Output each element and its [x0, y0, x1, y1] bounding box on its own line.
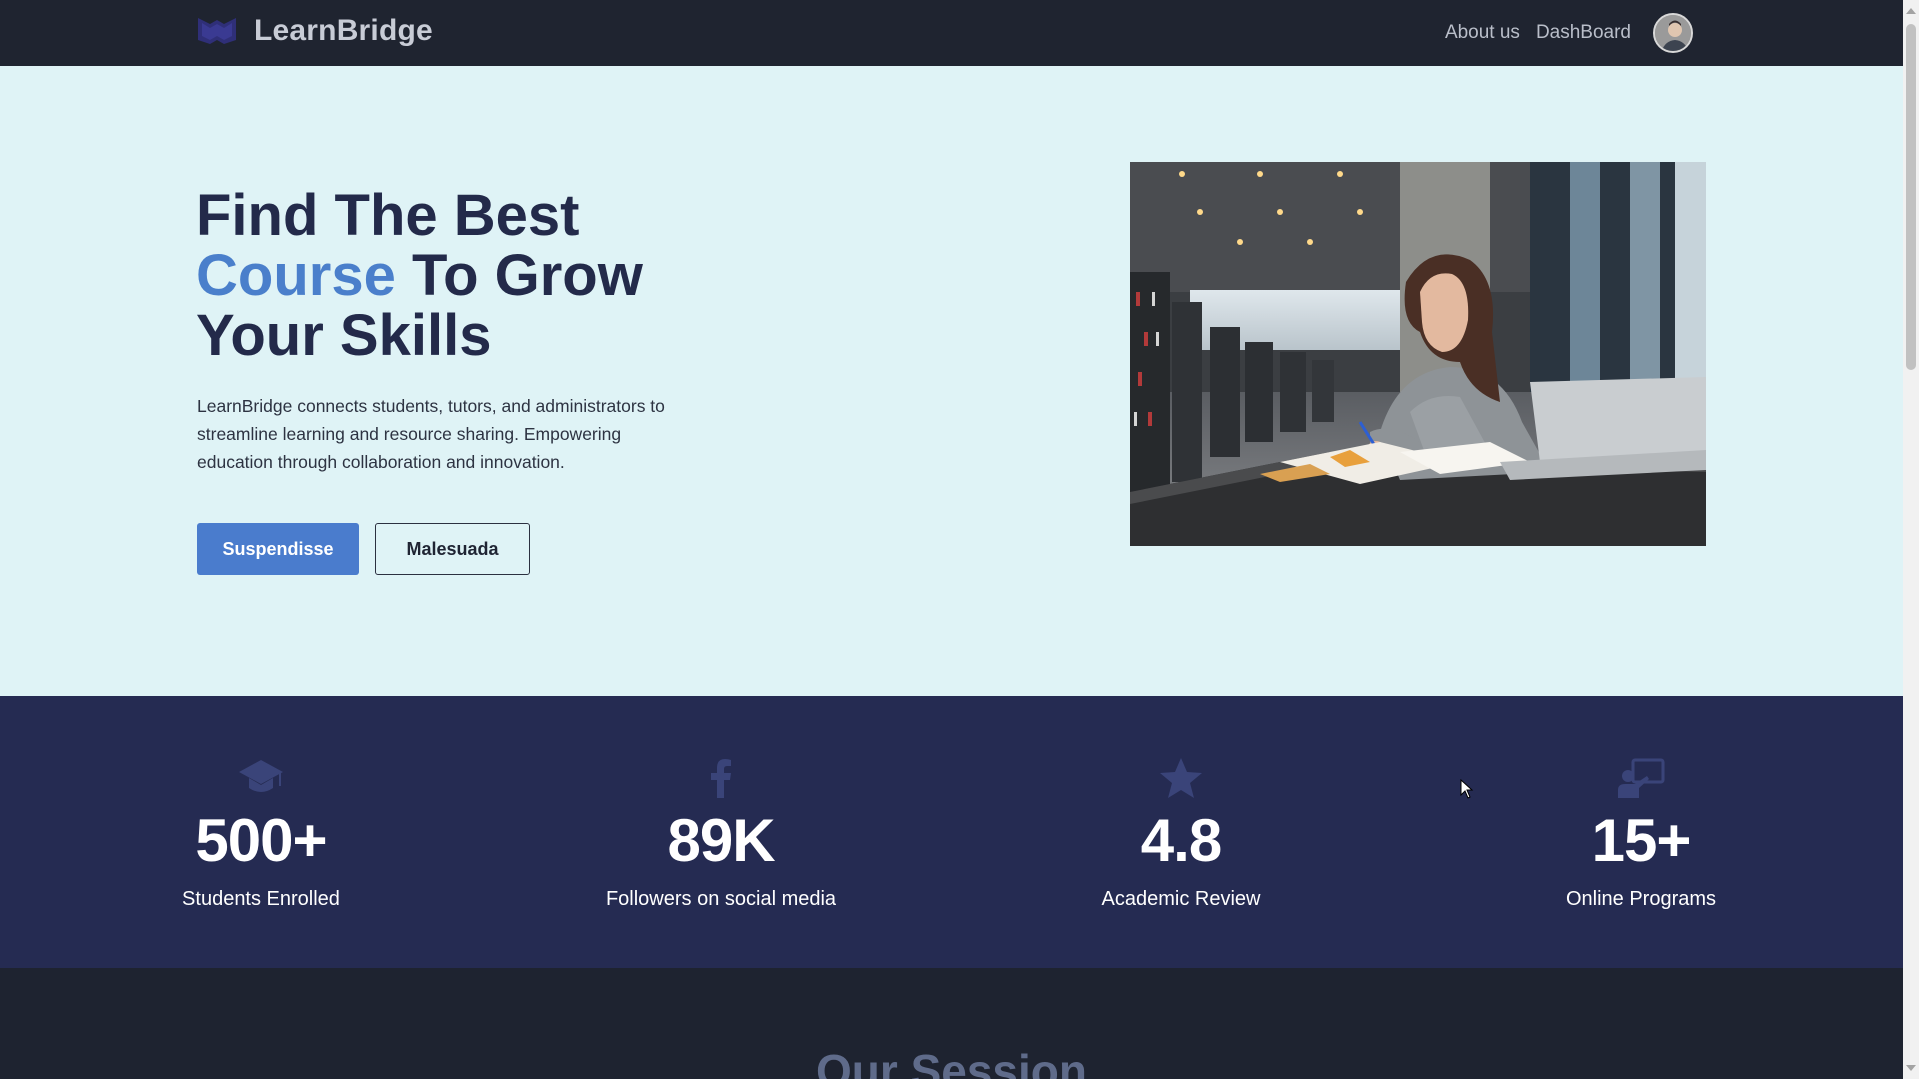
hero-title-line1: Find The Best: [196, 183, 580, 248]
scrollbar[interactable]: [1903, 0, 1919, 1079]
nav-link-about[interactable]: About us: [1445, 22, 1520, 44]
facebook-icon: [711, 759, 731, 798]
scroll-thumb[interactable]: [1906, 24, 1916, 370]
nav-links: About us DashBoard: [1445, 0, 1693, 66]
scroll-up-arrow-icon[interactable]: [1906, 8, 1916, 14]
nav-link-dashboard[interactable]: DashBoard: [1536, 22, 1631, 44]
navbar: LearnBridge About us DashBoard: [0, 0, 1903, 66]
brand[interactable]: LearnBridge: [196, 14, 433, 48]
stat-followers-label: Followers on social media: [605, 888, 837, 910]
brand-name: LearnBridge: [254, 14, 433, 47]
stat-students-label: Students Enrolled: [182, 888, 340, 910]
stat-review-value: 4.8: [1140, 807, 1222, 874]
hero-section: Find The Best Course To Grow Your Skills…: [0, 66, 1903, 696]
stat-review-label: Academic Review: [1101, 888, 1261, 910]
stat-programs-value: 15+: [1591, 807, 1692, 874]
teacher-board-icon: [1618, 758, 1665, 798]
malesuada-button[interactable]: Malesuada: [375, 523, 530, 575]
hero-title-line2: To Grow: [395, 243, 643, 308]
stat-followers-value: 89K: [667, 807, 775, 874]
hero-title-line3: Your Skills: [196, 303, 492, 368]
graduation-cap-icon: [239, 760, 283, 792]
session-section: Our Session: [0, 968, 1903, 1079]
stats-section: 500+ Students Enrolled 89K Followers on …: [0, 696, 1903, 968]
stat-programs-label: Online Programs: [1565, 888, 1717, 910]
star-icon: [1160, 758, 1202, 798]
hero-image: [1130, 162, 1706, 546]
brand-logo-icon: [198, 18, 236, 44]
avatar[interactable]: [1653, 13, 1693, 53]
hero-title: Find The Best Course To Grow Your Skills: [196, 186, 756, 366]
avatar-image: [1655, 15, 1691, 51]
hero-description: LearnBridge connects students, tutors, a…: [197, 396, 665, 472]
session-title: Our Session: [816, 1045, 1087, 1079]
hero-title-accent: Course: [196, 243, 396, 308]
scroll-down-arrow-icon[interactable]: [1906, 1065, 1916, 1071]
suspendisse-button[interactable]: Suspendisse: [197, 523, 359, 575]
mouse-cursor-icon: [1460, 779, 1474, 799]
stat-students-value: 500+: [195, 807, 327, 874]
